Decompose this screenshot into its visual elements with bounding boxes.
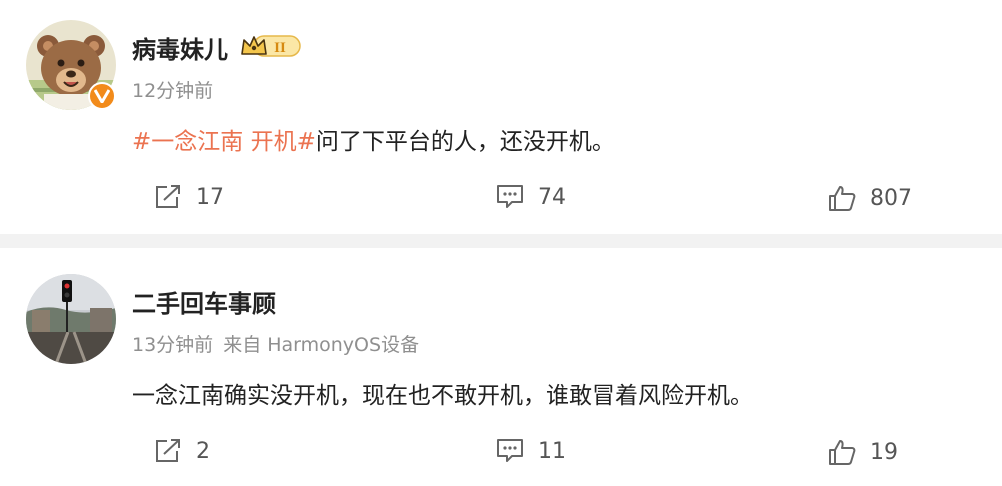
post-body: 问了下平台的人，还没开机。 [315, 129, 615, 155]
avatar[interactable] [26, 274, 116, 364]
comment-icon [497, 439, 523, 462]
share-button[interactable]: 2 [154, 438, 210, 464]
post-text: 一念江南确实没开机，现在也不敢开机，谁敢冒着风险开机。 [132, 383, 753, 409]
topic-link[interactable]: #一念江南 开机# [132, 129, 316, 155]
like-count: 19 [870, 439, 898, 465]
comment-count: 74 [538, 184, 566, 210]
thumbs-up-icon [829, 186, 856, 211]
post-time: 13分钟前 [132, 334, 214, 356]
post-card: 二手回车事顾 13分钟前 来自 HarmonyOS设备 一念江南确实没开机，现在也… [0, 248, 1002, 486]
share-count: 17 [196, 184, 224, 210]
post-source: 来自 HarmonyOS设备 [223, 334, 420, 356]
thumbs-up-icon [829, 440, 856, 465]
post-card: 病毒妹儿 II 12分钟前 #一念江南 开机#问了下平台的人，还没开机。 17 … [0, 0, 1002, 234]
post-divider [0, 234, 1002, 248]
like-button[interactable]: 19 [828, 438, 898, 466]
share-button[interactable]: 17 [154, 184, 224, 210]
level-badge-icon[interactable]: II [240, 33, 302, 59]
comment-button[interactable]: 11 [496, 438, 566, 464]
like-button[interactable]: 807 [828, 184, 912, 212]
share-icon [156, 185, 180, 208]
comment-button[interactable]: 74 [496, 184, 566, 210]
comment-icon [497, 185, 523, 208]
username[interactable]: 病毒妹儿 [132, 30, 228, 65]
post-time: 12分钟前 [132, 80, 214, 102]
share-count: 2 [196, 438, 210, 464]
post-meta: 13分钟前 来自 HarmonyOS设备 [132, 330, 419, 357]
username[interactable]: 二手回车事顾 [132, 284, 276, 319]
post-meta: 12分钟前 [132, 76, 213, 103]
verified-badge-icon [88, 82, 116, 110]
like-count: 807 [870, 185, 912, 211]
share-icon [156, 439, 180, 462]
comment-count: 11 [538, 438, 566, 464]
post-text: #一念江南 开机#问了下平台的人，还没开机。 [132, 122, 615, 156]
svg-text:II: II [274, 40, 286, 56]
